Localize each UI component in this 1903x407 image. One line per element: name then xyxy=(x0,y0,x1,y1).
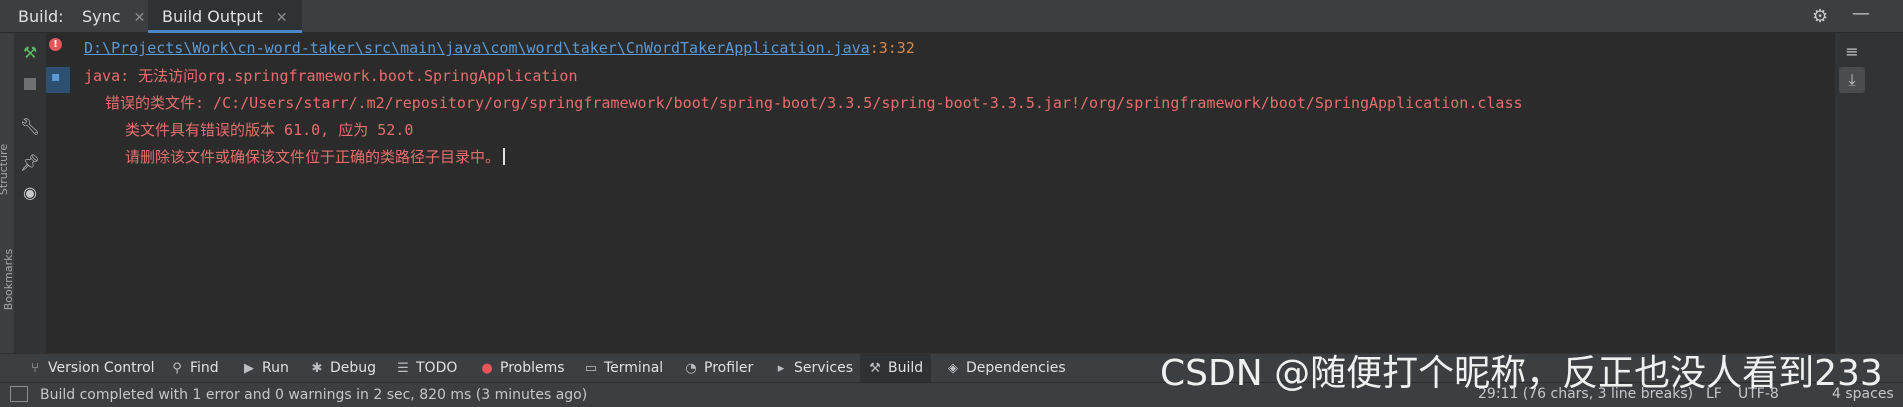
tool-label: Debug xyxy=(330,360,377,376)
tab-sync-label: Sync xyxy=(82,7,121,26)
soft-wrap-icon[interactable]: ≡ xyxy=(1839,39,1865,65)
scroll-to-end-icon[interactable]: ⤓ xyxy=(1839,67,1865,93)
wrench-icon[interactable]: 🔧︎ xyxy=(18,115,42,139)
list-icon: ☰ xyxy=(397,361,409,376)
tool-label: Profiler xyxy=(704,360,754,376)
tool-find[interactable]: ⚲ Find xyxy=(168,354,219,383)
services-icon: ▸ xyxy=(777,361,785,376)
branch-icon: ⑂ xyxy=(31,361,39,376)
structure-tab[interactable]: Structure xyxy=(0,144,10,195)
text-caret xyxy=(503,148,506,165)
terminal-icon: ▭ xyxy=(584,361,598,376)
file-link[interactable]: D:\Projects\Work\cn-word-taker\src\main\… xyxy=(84,39,870,57)
tool-profiler[interactable]: ◔ Profiler xyxy=(682,354,753,383)
tool-label: Terminal xyxy=(604,360,664,376)
tab-sync[interactable]: Sync ✕ xyxy=(82,0,145,33)
tool-label: Run xyxy=(262,360,289,376)
close-icon[interactable]: ✕ xyxy=(134,10,146,26)
window-icon xyxy=(10,386,28,402)
layers-icon: ◈ xyxy=(948,361,958,376)
left-side-strip: Structure Bookmarks xyxy=(0,33,15,353)
close-icon[interactable]: ✕ xyxy=(276,10,288,26)
tool-services[interactable]: ▸ Services xyxy=(772,354,853,383)
console-line-text: 请删除该文件或确保该文件位于正确的类路径子目录中。 xyxy=(125,148,501,166)
error-icon: ● xyxy=(481,361,493,376)
stop-icon[interactable] xyxy=(18,71,42,95)
tool-version-control[interactable]: ⑂ Version Control xyxy=(26,354,155,383)
console-line: 错误的类文件: /C:/Users/starr/.m2/repository/o… xyxy=(105,94,1523,112)
tool-todo[interactable]: ☰ TODO xyxy=(394,354,457,383)
build-title: Build: xyxy=(18,7,64,26)
console-line: java: 无法访问org.springframework.boot.Sprin… xyxy=(84,67,578,85)
eye-icon[interactable]: ◉ xyxy=(18,181,42,205)
profiler-icon: ◔ xyxy=(685,361,697,376)
tool-label: Problems xyxy=(500,360,565,376)
build-console[interactable]: D:\Projects\Work\cn-word-taker\src\main\… xyxy=(70,33,1835,353)
play-icon: ▶ xyxy=(244,361,254,376)
console-line: 类文件具有错误的版本 61.0, 应为 52.0 xyxy=(125,121,414,139)
bug-icon: ✱ xyxy=(311,361,323,376)
console-right-toolbar: ≡ ⤓ xyxy=(1835,33,1903,353)
hammer-icon: ⚒ xyxy=(869,361,881,376)
status-message-text: Build completed with 1 error and 0 warni… xyxy=(40,387,588,403)
tool-dependencies[interactable]: ◈ Dependencies xyxy=(944,354,1066,383)
tool-problems[interactable]: ● Problems xyxy=(478,354,565,383)
build-left-toolbar: ⚒ 🔧︎ 📌︎ ◉ xyxy=(14,33,46,353)
tool-label: Services xyxy=(794,360,854,376)
pin-icon[interactable]: 📌︎ xyxy=(18,151,42,175)
file-location: :3:32 xyxy=(869,39,915,57)
tab-build-output-label: Build Output xyxy=(162,7,263,26)
tool-debug[interactable]: ✱ Debug xyxy=(308,354,377,383)
tool-label: Version Control xyxy=(48,360,155,376)
error-icon: ! xyxy=(49,38,62,51)
build-tool-window-header: Build: Sync ✕ Build Output ✕ ⚙ — xyxy=(0,0,1903,33)
tool-terminal[interactable]: ▭ Terminal xyxy=(582,354,663,383)
minimize-icon[interactable]: — xyxy=(1852,3,1870,24)
build-tree[interactable]: ! ▪ xyxy=(46,33,70,353)
console-line-path: D:\Projects\Work\cn-word-taker\src\main\… xyxy=(84,39,915,57)
tab-build-output[interactable]: Build Output ✕ xyxy=(148,0,302,33)
hammer-icon[interactable]: ⚒ xyxy=(18,41,42,65)
tool-label: Build xyxy=(888,360,924,376)
java-file-icon: ▪ xyxy=(51,69,61,85)
console-line-last: 请删除该文件或确保该文件位于正确的类路径子目录中。 xyxy=(125,146,506,167)
csdn-watermark: CSDN @随便打个昵称，反正也没人看到233 xyxy=(1160,353,1883,394)
tool-label: Dependencies xyxy=(966,360,1066,376)
search-icon: ⚲ xyxy=(172,361,182,376)
gear-icon[interactable]: ⚙ xyxy=(1812,6,1828,27)
tool-build[interactable]: ⚒ Build xyxy=(860,354,932,383)
tool-label: TODO xyxy=(416,360,458,376)
tool-label: Find xyxy=(190,360,219,376)
status-message[interactable]: Build completed with 1 error and 0 warni… xyxy=(10,386,587,403)
tool-run[interactable]: ▶ Run xyxy=(240,354,289,383)
